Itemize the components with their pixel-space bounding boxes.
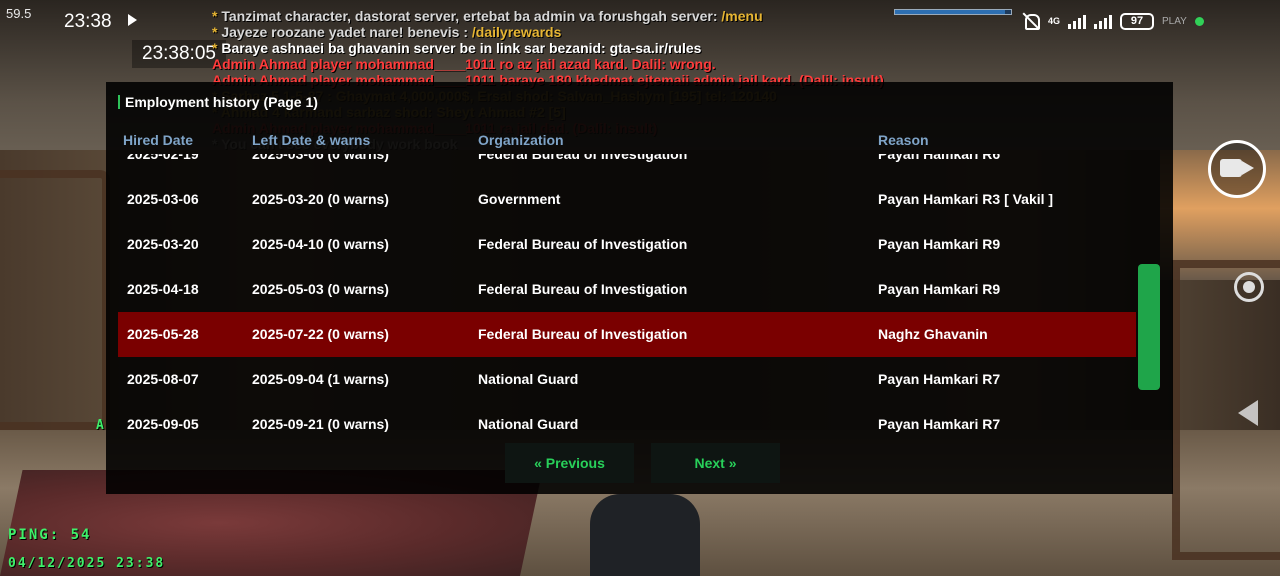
chat-bullet: * — [212, 8, 222, 24]
cell-organization: Federal Bureau of Investigation — [478, 281, 688, 297]
cell-left-date: 2025-04-10 (0 warns) — [252, 236, 389, 252]
chat-line: Admin Ahmad player mohammad____1011 ro a… — [212, 56, 972, 72]
chat-line: * Tanzimat character, dastorat server, e… — [212, 8, 972, 24]
cell-hired-date: 2025-02-19 — [127, 154, 199, 162]
cell-left-date: 2025-09-04 (1 warns) — [252, 371, 389, 387]
table-row[interactable]: 2025-09-05 2025-09-21 (0 warns) National G… — [118, 402, 1136, 436]
table-row[interactable]: 2025-02-19 2025-03-06 (0 warns) Federal Bu… — [118, 154, 1136, 177]
title-accent — [118, 95, 120, 109]
chat-text: Jayeze roozane yadet nare! benevis : — [221, 24, 472, 40]
chair-right — [1172, 260, 1280, 560]
cell-reason: Naghz Ghavanin — [878, 326, 988, 342]
cell-reason: Payan Hamkari R9 — [878, 281, 1001, 297]
play-icon — [128, 14, 137, 26]
status-dot — [1194, 16, 1204, 26]
chat-bullet: * — [212, 40, 222, 56]
cell-left-date: 2025-05-03 (0 warns) — [252, 281, 389, 297]
cell-reason: Payan Hamkari R3 [ Vakil ] — [878, 191, 1054, 207]
status-icons: 4G 97 PLAY — [1022, 10, 1204, 32]
cell-left-date: 2025-07-22 (0 warns) — [252, 326, 389, 342]
cell-reason: Payan Hamkari R6 — [878, 154, 1001, 162]
cell-organization: Federal Bureau of Investigation — [478, 236, 688, 252]
cell-left-date: 2025-03-20 (0 warns) — [252, 191, 389, 207]
cell-organization: Federal Bureau of Investigation — [478, 154, 688, 162]
play-logo: PLAY — [1162, 15, 1187, 27]
cell-reason: Payan Hamkari R9 — [878, 236, 1001, 252]
column-left-date: Left Date & warns — [252, 132, 371, 148]
table-row-selected[interactable]: 2025-05-28 2025-07-22 (0 warns) Federal Bu… — [118, 312, 1136, 357]
network-type: 4G — [1048, 15, 1061, 26]
cell-hired-date: 2025-03-20 — [127, 236, 199, 252]
column-reason: Reason — [878, 132, 929, 148]
action-circle-button[interactable] — [1234, 272, 1264, 302]
dialog-title-text: Employment history (Page 1) — [125, 94, 318, 110]
cell-hired-date: 2025-09-05 — [127, 416, 199, 432]
cell-reason: Payan Hamkari R7 — [878, 416, 1001, 432]
column-organization: Organization — [478, 132, 564, 148]
scrollbar[interactable] — [1138, 154, 1160, 436]
ping-readout: PING: 54 — [8, 527, 92, 543]
cell-hired-date: 2025-08-07 — [127, 371, 199, 387]
side-label: A — [96, 418, 104, 433]
camera-button[interactable] — [1208, 140, 1266, 198]
scrollbar-thumb[interactable] — [1138, 264, 1160, 390]
cell-hired-date: 2025-03-06 — [127, 191, 199, 207]
cell-left-date: 2025-09-21 (0 warns) — [252, 416, 389, 432]
fps-counter: 59.5 — [6, 6, 32, 21]
cell-organization: Federal Bureau of Investigation — [478, 326, 688, 342]
signal-icon — [1068, 13, 1087, 29]
column-hired-date: Hired Date — [123, 132, 194, 148]
cell-reason: Payan Hamkari R7 — [878, 371, 1001, 387]
cell-hired-date: 2025-04-18 — [127, 281, 199, 297]
device-clock: 23:38 — [64, 11, 112, 32]
signal-icon-2 — [1094, 13, 1113, 29]
table-row[interactable]: 2025-04-18 2025-05-03 (0 warns) Federal Bu… — [118, 267, 1136, 312]
chat-line: * Jayeze roozane yadet nare! benevis : /… — [212, 24, 972, 40]
table-row[interactable]: 2025-08-07 2025-09-04 (1 warns) National G… — [118, 357, 1136, 402]
battery-level: 97 — [1130, 15, 1144, 27]
player-character — [590, 494, 700, 576]
table-rows: 2025-02-19 2025-03-06 (0 warns) Federal Bu… — [118, 154, 1136, 436]
dialog-title: Employment history (Page 1) — [118, 94, 318, 110]
chat-text: Tanzimat character, dastorat server, ert… — [221, 8, 722, 24]
cell-organization: National Guard — [478, 416, 579, 432]
bell-off-icon — [1022, 12, 1040, 30]
table-row[interactable]: 2025-03-06 2025-03-20 (0 warns) Government… — [118, 177, 1136, 222]
date-time-readout: 04/12/2025 23:38 — [8, 556, 166, 571]
table-viewport[interactable]: 2025-02-19 2025-03-06 (0 warns) Federal Bu… — [118, 154, 1136, 436]
chat-text: /menu — [721, 8, 763, 24]
cell-organization: Government — [478, 191, 561, 207]
table-header: Hired Date Left Date & warns Organizatio… — [106, 130, 1173, 152]
next-button[interactable]: Next » — [651, 443, 780, 483]
cell-left-date: 2025-03-06 (0 warns) — [252, 154, 389, 162]
chat-text: /dailyrewards — [471, 24, 562, 40]
chat-line: * Baraye ashnaei ba ghavanin server be i… — [212, 40, 972, 56]
back-arrow-icon[interactable] — [1238, 400, 1258, 426]
cell-organization: National Guard — [478, 371, 579, 387]
employment-history-dialog: Employment history (Page 1) Hired Date L… — [106, 82, 1173, 494]
table-row[interactable]: 2025-03-20 2025-04-10 (0 warns) Federal Bu… — [118, 222, 1136, 267]
chair-left — [0, 170, 110, 430]
battery-icon: 97 — [1120, 12, 1155, 30]
chat-bullet: * — [212, 24, 222, 40]
previous-button[interactable]: « Previous — [505, 443, 634, 483]
chat-text: Admin Ahmad player mohammad____1011 ro a… — [212, 56, 716, 72]
chat-text: Baraye ashnaei ba ghavanin server be in … — [221, 40, 702, 56]
cell-hired-date: 2025-05-28 — [127, 326, 199, 342]
